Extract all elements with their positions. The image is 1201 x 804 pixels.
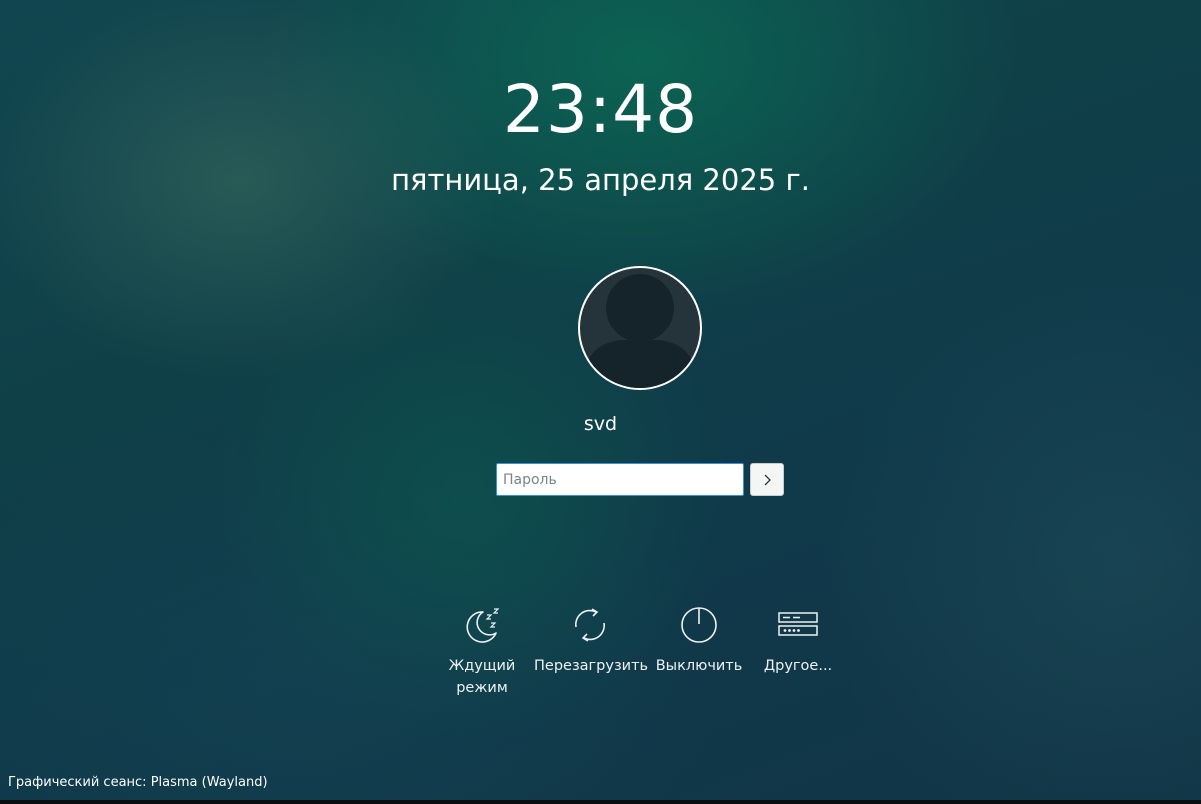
- restart-label: Перезагрузить: [534, 658, 649, 674]
- sleep-moon-icon: [466, 608, 500, 643]
- other-button[interactable]: Другое...: [742, 603, 854, 677]
- sleep-button[interactable]: Ждущий режим: [426, 603, 538, 699]
- login-button[interactable]: [750, 463, 784, 496]
- user-silhouette-icon: [586, 274, 694, 388]
- clock-time: 23:48: [502, 71, 699, 148]
- chevron-right-icon: [764, 474, 771, 485]
- power-icon: [681, 607, 717, 643]
- restart-icon: [574, 608, 606, 642]
- password-input[interactable]: [496, 463, 744, 496]
- shutdown-label: Выключить: [655, 658, 743, 674]
- sleep-label: Ждущий режим: [448, 658, 516, 696]
- user-name[interactable]: svd: [0, 411, 1201, 437]
- user-avatar[interactable]: [578, 266, 702, 390]
- other-options-icon: [778, 612, 818, 636]
- shutdown-button[interactable]: Выключить: [643, 603, 755, 677]
- session-info[interactable]: Графический сеанс: Plasma (Wayland): [8, 773, 268, 793]
- clock-date: пятница, 25 апреля 2025 г.: [391, 163, 810, 197]
- restart-button[interactable]: Перезагрузить: [534, 603, 649, 677]
- other-label: Другое...: [763, 658, 833, 674]
- bottom-edge: [0, 800, 1201, 804]
